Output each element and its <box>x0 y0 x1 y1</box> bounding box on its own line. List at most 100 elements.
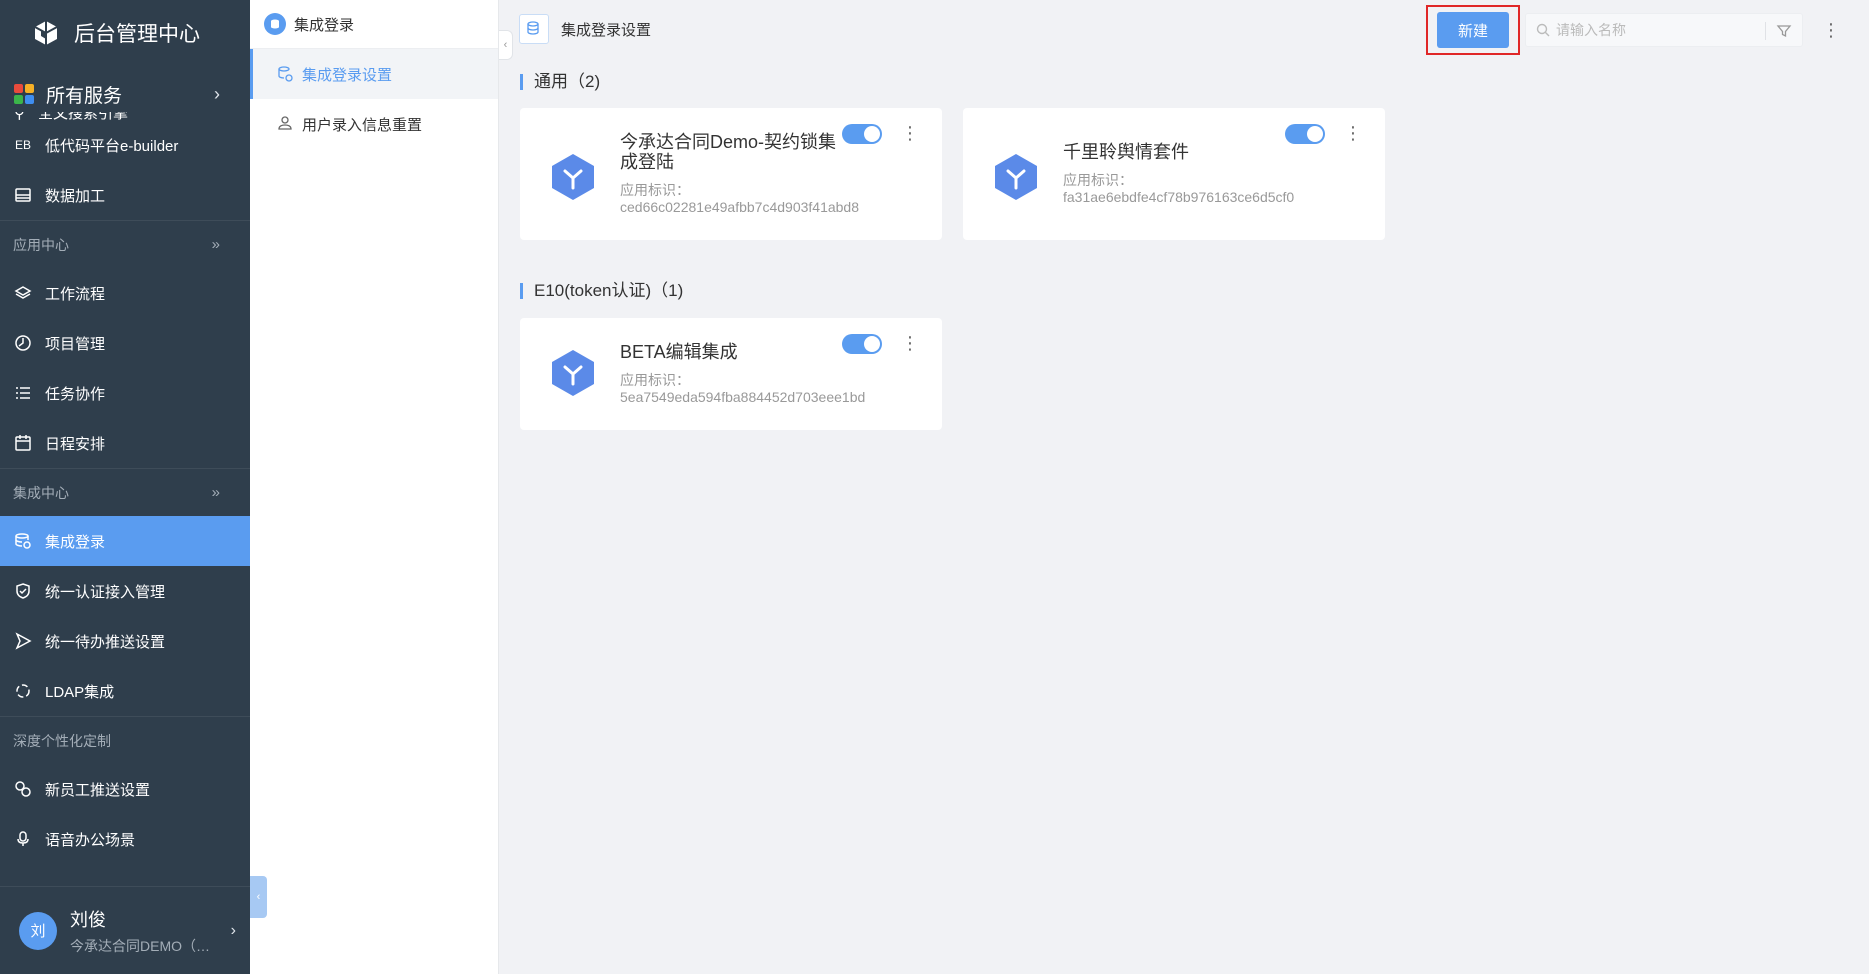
app-name: 今承达合同Demo-契约锁集成登陆 <box>620 132 837 172</box>
app-card[interactable]: 千里聆舆情套件 应用标识： fa31ae6ebdfe4cf78b976163ce… <box>963 108 1385 240</box>
app-id-label: 应用标识： <box>620 372 690 388</box>
app-id-label: 应用标识： <box>1063 172 1133 188</box>
submenu-header: 集成登录 <box>250 0 498 49</box>
group-integration-center[interactable]: 集成中心 » <box>0 468 250 516</box>
submenu-item-login-settings[interactable]: 集成登录设置 <box>250 49 498 99</box>
filter-icon[interactable] <box>1776 23 1792 39</box>
eb-icon: EB <box>14 138 31 152</box>
sidebar-item-label: 新员工推送设置 <box>45 781 151 799</box>
hex-app-icon <box>552 154 594 200</box>
group-app-center[interactable]: 应用中心 » <box>0 220 250 268</box>
search-icon <box>1536 23 1550 37</box>
enable-toggle[interactable] <box>842 334 882 354</box>
send-icon <box>15 632 32 650</box>
db-icon <box>15 533 31 549</box>
link-icon <box>15 781 31 797</box>
sidebar-item-label: 任务协作 <box>45 385 106 403</box>
cube-logo-icon <box>34 21 58 45</box>
sidebar-item-label: 统一待办推送设置 <box>45 633 166 651</box>
main-sidebar: 后台管理中心 所有服务 › ⚲ 全文搜索引擎 EB 低代码平台e-builder… <box>0 0 250 974</box>
sidebar-item-workflow[interactable]: 工作流程 <box>0 268 250 318</box>
db-settings-icon <box>278 66 293 82</box>
sidebar-item-label: 低代码平台e-builder <box>45 137 179 155</box>
user-name: 刘俊 <box>70 909 106 930</box>
user-profile[interactable]: 刘 刘俊 今承达合同DEMO（… › <box>0 886 250 974</box>
app-id-value: fa31ae6ebdfe4cf78b976163ce6d5cf0 <box>1063 189 1295 205</box>
all-services-button[interactable]: 所有服务 › <box>0 76 250 112</box>
apps-grid-icon <box>14 84 34 104</box>
sidebar-item-unified-auth[interactable]: 统一认证接入管理 <box>0 566 250 616</box>
calendar-icon <box>15 435 31 451</box>
card-more-icon[interactable]: ⋮ <box>1344 124 1362 142</box>
new-button-highlight: 新建 <box>1426 5 1520 55</box>
sidebar-item-label: LDAP集成 <box>45 683 115 701</box>
all-services-label: 所有服务 <box>46 85 123 107</box>
page-header: 集成登录设置 <box>519 13 651 45</box>
sidebar-item-label: 语音办公场景 <box>45 831 136 849</box>
group-label: 应用中心 <box>13 236 69 253</box>
page-title: 集成登录设置 <box>561 21 652 39</box>
sidebar-item-voice-office[interactable]: 语音办公场景 <box>0 814 250 864</box>
sidebar-item-label: 统一认证接入管理 <box>45 583 166 601</box>
sidebar-item-todo-push[interactable]: 统一待办推送设置 <box>0 616 250 666</box>
app-id-label: 应用标识： <box>620 182 690 198</box>
sidebar-item-label: 工作流程 <box>45 285 106 303</box>
app-card[interactable]: BETA编辑集成 应用标识： 5ea7549eda594fba884452d70… <box>520 318 942 430</box>
app-id-value: 5ea7549eda594fba884452d703eee1bd <box>620 389 866 405</box>
chevron-right-icon: › <box>214 83 220 104</box>
submenu-item-label: 用户录入信息重置 <box>302 116 423 134</box>
project-icon <box>15 335 31 351</box>
sidebar-item-label: 项目管理 <box>45 335 106 353</box>
list-icon <box>16 387 30 399</box>
group-label: 深度个性化定制 <box>13 732 111 749</box>
search-box <box>1525 13 1803 47</box>
search-input[interactable] <box>1556 22 1776 38</box>
shield-icon <box>16 583 30 599</box>
sidebar-collapse-handle[interactable]: ‹ <box>250 876 267 918</box>
app-card[interactable]: 今承达合同Demo-契约锁集成登陆 应用标识： ced66c02281e49af… <box>520 108 942 240</box>
submenu-title: 集成登录 <box>294 16 355 34</box>
submenu-collapse-button[interactable]: ‹ <box>499 30 513 60</box>
more-menu-icon[interactable]: ⋮ <box>1822 20 1840 41</box>
enable-toggle[interactable] <box>1285 124 1325 144</box>
sidebar-item-schedule[interactable]: 日程安排 <box>0 418 250 468</box>
user-org: 今承达合同DEMO（… <box>70 937 210 954</box>
sidebar-item-new-employee-push[interactable]: 新员工推送设置 <box>0 764 250 814</box>
sidebar-item-label: 数据加工 <box>45 187 106 205</box>
double-chevron-icon: » <box>211 236 220 253</box>
brand: 后台管理中心 <box>0 0 250 66</box>
sidebar-item-label: 日程安排 <box>45 435 106 453</box>
section-title-e10: E10(token认证)（1) <box>520 281 683 301</box>
submenu-item-label: 集成登录设置 <box>302 66 393 84</box>
enable-toggle[interactable] <box>842 124 882 144</box>
submenu-panel: 集成登录 集成登录设置 用户录入信息重置 <box>250 0 499 974</box>
group-label: 集成中心 <box>13 484 69 501</box>
section-title-general: 通用（2) <box>520 72 600 92</box>
sidebar-item-label: 集成登录 <box>45 533 106 551</box>
app-id-value: ced66c02281e49afbb7c4d903f41abd8 <box>620 199 860 215</box>
sidebar-item-project[interactable]: 项目管理 <box>0 318 250 368</box>
data-icon <box>15 188 31 202</box>
sidebar-item-tasks[interactable]: 任务协作 <box>0 368 250 418</box>
app-name: 千里聆舆情套件 <box>1063 142 1189 162</box>
layers-icon <box>14 286 32 299</box>
hex-app-icon <box>552 350 594 396</box>
divider <box>1765 22 1766 40</box>
brand-title: 后台管理中心 <box>74 23 200 46</box>
mic-icon <box>17 831 29 846</box>
card-more-icon[interactable]: ⋮ <box>901 334 919 352</box>
db-page-icon <box>519 14 549 44</box>
new-button[interactable]: 新建 <box>1437 12 1509 48</box>
double-chevron-icon: » <box>211 484 220 501</box>
card-more-icon[interactable]: ⋮ <box>901 124 919 142</box>
chevron-right-icon: › <box>230 921 236 939</box>
sidebar-item-data-processing[interactable]: 数据加工 <box>0 170 250 220</box>
user-reset-icon <box>278 116 292 130</box>
sidebar-item-integrated-login[interactable]: 集成登录 <box>0 516 250 566</box>
avatar: 刘 <box>19 911 57 950</box>
submenu-item-user-info-reset[interactable]: 用户录入信息重置 <box>250 99 498 149</box>
group-deep-customization[interactable]: 深度个性化定制 <box>0 716 250 764</box>
db-circle-icon <box>264 13 286 35</box>
sidebar-item-ldap[interactable]: LDAP集成 <box>0 666 250 716</box>
sidebar-item-ebuilder[interactable]: EB 低代码平台e-builder <box>0 120 250 170</box>
